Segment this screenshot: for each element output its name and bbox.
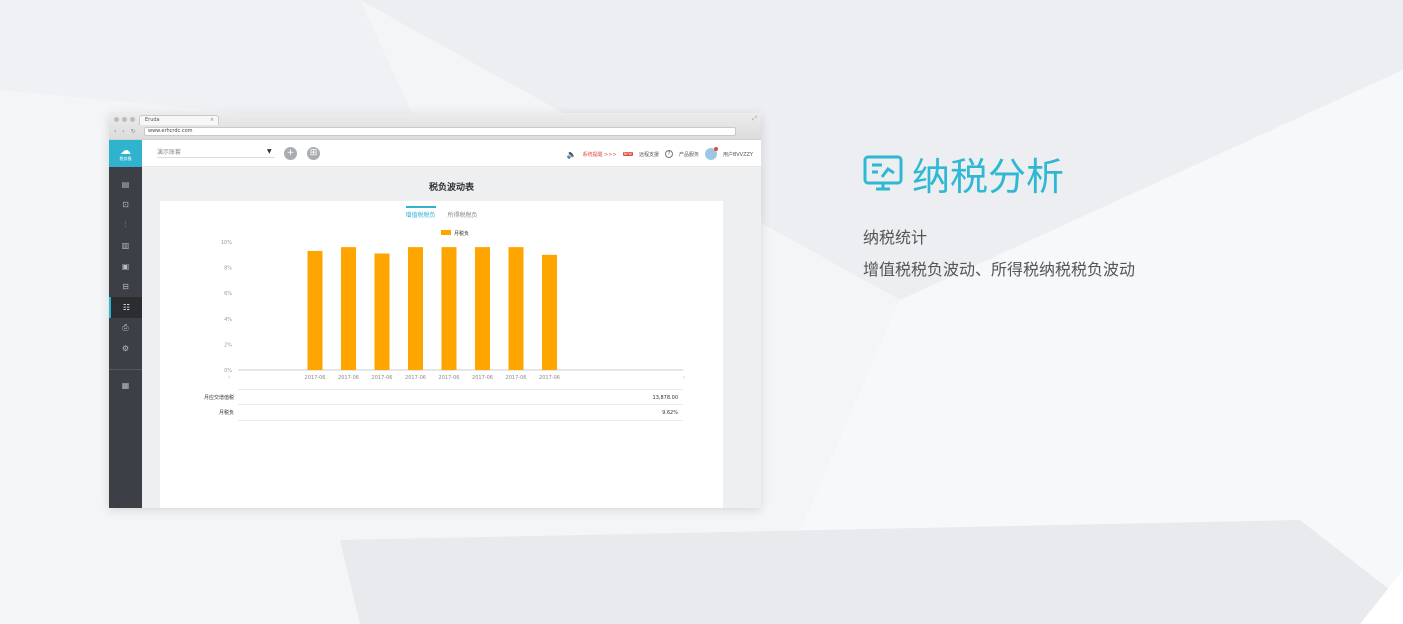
window-controls[interactable] — [114, 117, 135, 122]
legend-swatch — [441, 230, 451, 235]
x-tick-label: 2017-06 — [305, 375, 326, 381]
x-tick-label: 2017-06 — [539, 375, 560, 381]
y-tick-label: 6% — [224, 291, 232, 297]
browser-tab[interactable]: Eruda × — [139, 115, 219, 125]
y-tick-label: 4% — [224, 317, 232, 323]
notification-dot — [713, 147, 718, 151]
notice-link[interactable]: 系统提醒 >>> — [582, 151, 616, 158]
top-right-tools: 🔈 系统提醒 >>> NEW 远程支援 ? 产品服务 用户BVVZZY — [567, 147, 753, 160]
x-tick-label: 2017-06 — [506, 375, 527, 381]
sidebar-divider — [109, 368, 142, 370]
avatar[interactable] — [704, 147, 718, 160]
x-tick-label: 2017-06 — [338, 375, 359, 381]
ledger-icon[interactable]: ▤ — [109, 174, 142, 195]
print-icon[interactable]: ⎙ — [109, 318, 142, 339]
account-select[interactable]: 演示账套 — [157, 149, 275, 158]
url-bar[interactable]: www.erhcrdc.com — [144, 127, 736, 136]
upload-icon[interactable]: ⊡ — [109, 195, 142, 216]
grid-icon[interactable]: ⊞ — [307, 147, 320, 160]
main-content: 税负波动表 增值税税负 所得税税负 月税负 0% 2% 4% 6% 8% 10% 2017-0… — [142, 167, 761, 508]
promo-line-1: 纳税统计 — [863, 228, 928, 247]
nav-arrows-icon[interactable]: ‹ › ↻ — [114, 128, 138, 135]
report-icon[interactable]: ⊟ — [109, 277, 142, 298]
bar — [408, 247, 423, 370]
x-tick-label: 2017-06 — [472, 375, 493, 381]
promo-title: 纳税分析 — [862, 146, 1064, 201]
tax-analysis-icon[interactable]: ☷ — [109, 297, 142, 318]
chevron-left-icon: ‹ — [228, 374, 230, 381]
invoice-icon[interactable]: ▣ — [109, 256, 142, 277]
promo-line-2: 增值税税负波动、所得税纳税税负波动 — [863, 260, 1136, 279]
document-icon[interactable]: ▥ — [109, 236, 142, 257]
chart-card: 增值税税负 所得税税负 月税负 0% 2% 4% 6% 8% 10% 2017-06 2017-… — [160, 201, 723, 508]
bar — [341, 247, 356, 370]
settings-icon[interactable]: ⚙ — [109, 338, 142, 359]
archive-icon[interactable]: ▦ — [109, 376, 142, 397]
summary-table: 月应交增值税 13,878.00 月税负 9.62% — [160, 389, 723, 421]
x-tick-label: 2017-06 — [405, 375, 426, 381]
page-title: 税负波动表 — [428, 183, 474, 193]
help-icon[interactable]: ? — [664, 150, 673, 158]
bar — [475, 247, 490, 370]
promo-description: 纳税统计 增值税税负波动、所得税纳税税负波动 — [863, 222, 1135, 286]
summary-row-vat: 月应交增值税 13,878.00 — [204, 389, 683, 405]
speaker-icon[interactable]: 🔈 — [567, 150, 577, 159]
bar — [441, 247, 457, 370]
promo-title-text: 纳税分析 — [912, 155, 1065, 199]
sidebar: ☁ 税务猫 ▤ ⊡ ⫶ ▥ ▣ ⊟ ☷ ⎙ ⚙ ▦ — [109, 140, 142, 508]
cloud-logo-icon: ☁ — [120, 144, 131, 157]
bar — [307, 250, 323, 370]
y-tick-label: 8% — [224, 266, 232, 272]
x-tick-label: 2017-06 — [372, 375, 393, 381]
caret-down-icon[interactable]: ▼ — [267, 148, 272, 155]
bar — [542, 254, 557, 370]
browser-window: Eruda × ⤢ ‹ › ↻ www.erhcrdc.com ☁ 税务猫 ▤ … — [109, 113, 761, 508]
tax-burden-chart: 月税负0%2%4%6%8%10%2017-06 2017-06 2017-06 201… — [221, 230, 685, 381]
new-badge: NEW — [622, 152, 633, 156]
app-logo[interactable]: ☁ 税务猫 — [109, 140, 142, 167]
legend-label: 月税负 — [454, 230, 469, 237]
bar — [508, 247, 524, 370]
chart-icon[interactable]: ⫶ — [109, 215, 142, 236]
summary-label: 月税负 — [218, 410, 234, 416]
chevron-right-icon: › — [683, 374, 685, 381]
bar — [374, 253, 390, 370]
summary-row-burden: 月税负 9.62% — [219, 405, 683, 421]
close-icon[interactable]: × — [210, 116, 214, 125]
top-bar: 演示账套 ▼ + ⊞ 🔈 系统提醒 >>> NEW 远程支援 ? 产品服务 用户… — [142, 140, 761, 167]
logo-text: 税务猫 — [119, 156, 132, 161]
summary-value: 13,878.00 — [652, 395, 678, 401]
y-tick-label: 10% — [221, 240, 232, 246]
summary-label: 月应交增值税 — [203, 395, 234, 401]
y-tick-label: 2% — [224, 342, 232, 348]
x-tick-label: 2017-06 — [439, 375, 460, 381]
monitor-chart-icon — [863, 155, 903, 190]
product-service-link[interactable]: 产品服务 — [679, 151, 699, 158]
browser-chrome: Eruda × ⤢ ‹ › ↻ www.erhcrdc.com — [109, 113, 761, 140]
browser-tab-title: Eruda — [145, 117, 160, 123]
add-icon[interactable]: + — [284, 147, 297, 160]
expand-icon[interactable]: ⤢ — [752, 115, 757, 123]
remote-support-link[interactable]: 远程支援 — [639, 151, 659, 158]
user-name[interactable]: 用户BVVZZY — [723, 151, 753, 158]
summary-value: 9.62% — [662, 410, 678, 416]
app: ☁ 税务猫 ▤ ⊡ ⫶ ▥ ▣ ⊟ ☷ ⎙ ⚙ ▦ 演示账套 ▼ + ⊞ 🔈 系… — [109, 140, 761, 508]
